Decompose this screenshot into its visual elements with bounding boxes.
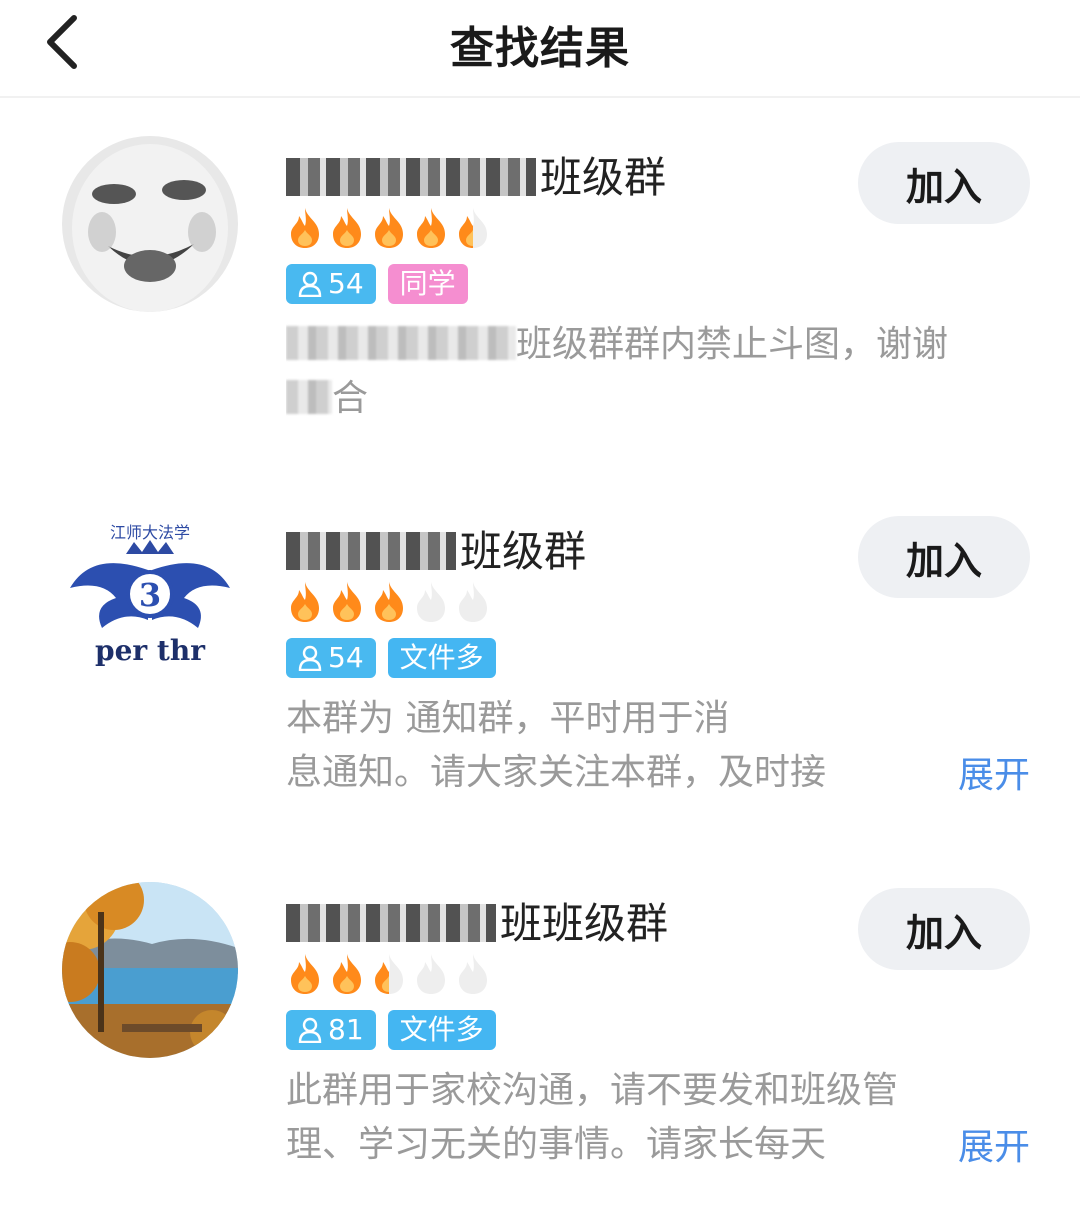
group-description: 此群用于家校沟通，请不要发和班级管 理、学习无关的事情。请家长每天 — [286, 1070, 899, 1165]
redacted-text — [286, 326, 516, 360]
flame-lit-icon — [333, 954, 361, 994]
group-name: 班级群 — [286, 144, 666, 205]
group-result-item[interactable]: 班班级群 加入 81 文件多 此群用于家校沟通，请不要发和班级管 理、学习无关的… — [0, 864, 1080, 1224]
expand-link[interactable]: 展开 — [958, 746, 1030, 798]
member-count-badge: 81 — [286, 1010, 376, 1050]
group-result-item[interactable]: 班级群 加入 54 同学 班级群群内禁止斗图，谢谢 合 — [0, 118, 1080, 478]
group-type-tag: 文件多 — [387, 638, 496, 678]
redacted-text — [286, 158, 536, 196]
flame-lit-icon — [459, 208, 487, 248]
flame-lit-icon — [333, 208, 361, 248]
flame-lit-icon — [375, 208, 403, 248]
group-description: 本群为 通知群，平时用于消 息通知。请大家关注本群，及时接 — [286, 698, 827, 793]
join-button[interactable]: 加入 — [858, 888, 1030, 970]
flame-lit-icon — [375, 582, 403, 622]
group-avatar: 江师大法学 3 per thr — [62, 510, 238, 686]
group-type-tag: 同学 — [387, 264, 468, 304]
activity-flames — [284, 952, 494, 998]
group-avatar — [62, 882, 238, 1058]
member-count-badge: 54 — [286, 264, 376, 304]
svg-text:per thr: per thr — [95, 634, 206, 667]
svg-text:江师大法学: 江师大法学 — [110, 523, 190, 542]
flame-lit-icon — [333, 582, 361, 622]
redacted-text — [286, 380, 332, 414]
join-button[interactable]: 加入 — [858, 516, 1030, 598]
flame-unlit-icon — [459, 582, 487, 622]
redacted-text — [286, 904, 496, 942]
expand-link[interactable]: 展开 — [958, 1118, 1030, 1170]
flame-unlit-icon — [417, 954, 445, 994]
flame-lit-icon — [291, 208, 319, 248]
group-avatar — [62, 136, 238, 312]
activity-flames — [284, 580, 494, 626]
header: 查找结果 — [0, 0, 1080, 98]
activity-flames — [284, 206, 494, 252]
group-tags: 54 文件多 — [286, 638, 496, 678]
flame-lit-icon — [375, 954, 403, 994]
flame-lit-icon — [417, 208, 445, 248]
flame-unlit-icon — [459, 954, 487, 994]
svg-text:3: 3 — [139, 576, 161, 614]
join-button[interactable]: 加入 — [858, 142, 1030, 224]
group-name: 班级群 — [286, 518, 586, 579]
group-type-tag: 文件多 — [387, 1010, 496, 1050]
flame-lit-icon — [291, 582, 319, 622]
group-tags: 54 同学 — [286, 264, 468, 304]
person-icon — [298, 645, 322, 671]
group-result-item[interactable]: 江师大法学 3 per thr 班级群 加入 54 文件多 本群为 通知群，平时… — [0, 492, 1080, 852]
flame-lit-icon — [291, 954, 319, 994]
group-description: 班级群群内禁止斗图，谢谢 合 — [286, 318, 1026, 426]
group-tags: 81 文件多 — [286, 1010, 496, 1050]
redacted-text — [286, 532, 456, 570]
page-title: 查找结果 — [450, 23, 630, 74]
member-count-badge: 54 — [286, 638, 376, 678]
flame-unlit-icon — [417, 582, 445, 622]
group-name: 班班级群 — [286, 890, 668, 951]
person-icon — [298, 271, 322, 297]
person-icon — [298, 1017, 322, 1043]
